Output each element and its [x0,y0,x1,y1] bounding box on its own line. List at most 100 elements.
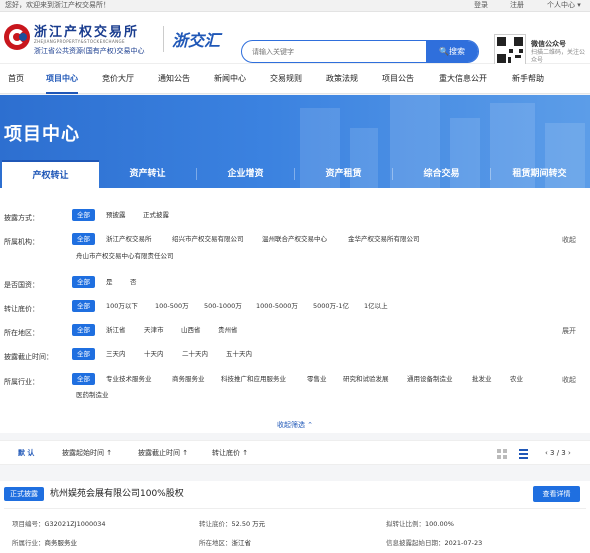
header: 浙江产权交易所 ZHEJIANGPROPERTY&STOCKEXCHANGE 浙… [0,12,590,66]
filter-option[interactable]: 正式披露 [143,209,169,221]
filter-option[interactable]: 医药制造业 [76,389,109,401]
filter-option[interactable]: 100万以下 [106,300,138,312]
filter-option[interactable]: 全部 [72,324,95,336]
filter-option[interactable]: 全部 [72,300,95,312]
search-button[interactable]: 🔍搜索 [426,41,478,62]
card-divider [4,508,586,509]
nav-project-announcements[interactable]: 项目公告 [382,64,414,94]
nav-news[interactable]: 新闻中心 [214,64,246,94]
institution-collapse-toggle[interactable]: 收起 [562,235,576,245]
list-view-icon[interactable] [519,449,528,459]
nav-notices[interactable]: 通知公告 [158,64,190,94]
tab-asset-lease[interactable]: 资产租赁 [295,160,392,188]
filter-option[interactable]: 科技推广和应用服务业 [221,373,286,385]
tab-lease-transfer[interactable]: 租赁期间转交 [491,160,588,188]
filter-option[interactable]: 金华产权交易所有限公司 [348,233,420,245]
category-tabs: 产权转让 资产转让 企业增资 资产租赁 综合交易 租赁期间转交 [0,160,590,188]
field-industry: 所属行业：商务服务业 [12,539,77,547]
sort-end-time[interactable]: 披露截止时间 ↑ [138,441,188,466]
filter-option[interactable]: 100-500万 [155,300,189,312]
page-title: 项目中心 [4,124,80,145]
filter-label-institution: 所属机构： [4,238,39,246]
filter-option[interactable]: 山西省 [181,324,201,336]
filter-option[interactable]: 温州联合产权交易中心 [262,233,327,245]
filter-option[interactable]: 是 [106,276,113,288]
logo-name[interactable]: 浙江产权交易所 [34,21,139,40]
filter-panel: 披露方式： 全部 预披露 正式披露 所属机构： 全部 浙江产权交易所 绍兴市产权… [0,188,590,433]
filter-option[interactable]: 二十天内 [182,348,208,360]
sort-default[interactable]: 默 认 [18,441,34,466]
tab-equity-transfer[interactable]: 产权转让 [2,160,99,188]
project-title[interactable]: 杭州娱苑会展有限公司100%股权 [50,487,184,501]
collapse-filters-link[interactable]: 收起筛选 ⌃ [0,420,590,430]
filter-option[interactable]: 绍兴市产权交易有限公司 [172,233,244,245]
filter-option[interactable]: 五十天内 [226,348,252,360]
filter-option[interactable]: 零售业 [307,373,327,385]
filter-label-region: 所在地区： [4,329,39,337]
register-link[interactable]: 注册 [510,0,524,11]
nav-rules[interactable]: 交易规则 [270,64,302,94]
nav-policies[interactable]: 政策法规 [326,64,358,94]
grid-view-icon[interactable] [497,449,507,459]
view-details-button[interactable]: 查看详情 [533,486,580,502]
personal-center-menu[interactable]: 个人中心 ▾ [547,0,581,11]
field-disclosure-start: 信息披露起始日期：2021-07-23 [386,539,483,547]
logo-icon[interactable] [4,24,30,50]
filter-option[interactable]: 全部 [72,373,95,385]
nav-major-info[interactable]: 重大信息公开 [439,64,487,94]
qr-code-icon [494,34,526,66]
tab-capital-increase[interactable]: 企业增资 [197,160,294,188]
nav-project-center[interactable]: 项目中心 [46,64,78,94]
filter-option[interactable]: 全部 [72,276,95,288]
filter-option[interactable]: 专业技术服务业 [106,373,152,385]
filter-option[interactable]: 研究和试验发展 [343,373,389,385]
login-link[interactable]: 登录 [474,0,488,11]
filter-option[interactable]: 浙江省 [106,324,126,336]
filter-label-price: 转让底价： [4,305,39,313]
tab-asset-transfer[interactable]: 资产转让 [99,160,196,188]
filter-option[interactable]: 全部 [72,348,95,360]
filter-option[interactable]: 否 [130,276,137,288]
nav-home[interactable]: 首页 [8,64,24,94]
top-bar: 您好，欢迎来到浙江产权交易所！ 登录 注册 个人中心 ▾ [0,0,590,12]
filter-option[interactable]: 5000万-1亿 [313,300,349,312]
filter-option[interactable]: 农业 [510,373,523,385]
logo-english: ZHEJIANGPROPERTY&STOCKEXCHANGE [34,39,125,44]
search-input[interactable] [242,41,427,62]
pagination[interactable]: ‹ 3 / 3 › [545,441,571,466]
filter-option[interactable]: 批发业 [472,373,492,385]
brand-zhejiaohui[interactable]: 浙交汇 [172,27,220,51]
field-region: 所在地区：浙江省 [199,539,251,547]
status-badge: 正式披露 [4,487,44,501]
logo-subtitle: 浙江省公共资源(国有产权)交易中心 [34,47,145,55]
industry-collapse-toggle[interactable]: 收起 [562,375,576,385]
nav-help[interactable]: 新手帮助 [512,64,544,94]
filter-option[interactable]: 1000-5000万 [256,300,298,312]
filter-option[interactable]: 商务服务业 [172,373,205,385]
tab-comprehensive[interactable]: 综合交易 [393,160,490,188]
filter-label-disclosure: 披露方式： [4,214,39,222]
search-box: 🔍搜索 [241,40,479,63]
filter-option[interactable]: 500-1000万 [204,300,242,312]
nav-bidding-hall[interactable]: 竞价大厅 [102,64,134,94]
filter-label-deadline: 披露截止时间： [4,353,53,361]
field-project-no: 项目编号：G32021ZJ1000034 [12,520,106,528]
filter-option[interactable]: 十天内 [144,348,164,360]
field-base-price: 转让底价：52.50 万元 [199,520,266,528]
filter-option[interactable]: 全部 [72,209,95,221]
filter-option[interactable]: 贵州省 [218,324,238,336]
sort-start-time[interactable]: 披露起始时间 ↑ [62,441,112,466]
field-transfer-ratio: 拟转让比例：100.00% [386,520,454,528]
filter-option[interactable]: 预披露 [106,209,126,221]
sort-price[interactable]: 转让底价 ↑ [212,441,248,466]
filter-option[interactable]: 浙江产权交易所 [106,233,152,245]
filter-option[interactable]: 舟山市产权交易中心有限责任公司 [76,250,174,262]
filter-option[interactable]: 通用设备制造业 [407,373,453,385]
sort-bar: 默 认 披露起始时间 ↑ 披露截止时间 ↑ 转让底价 ↑ ‹ 3 / 3 › [0,440,590,465]
filter-option[interactable]: 1亿以上 [364,300,388,312]
filter-label-state-owned: 是否国资： [4,281,39,289]
filter-option[interactable]: 全部 [72,233,95,245]
filter-option[interactable]: 天津市 [144,324,164,336]
filter-option[interactable]: 三天内 [106,348,126,360]
region-expand-toggle[interactable]: 展开 [562,326,576,336]
